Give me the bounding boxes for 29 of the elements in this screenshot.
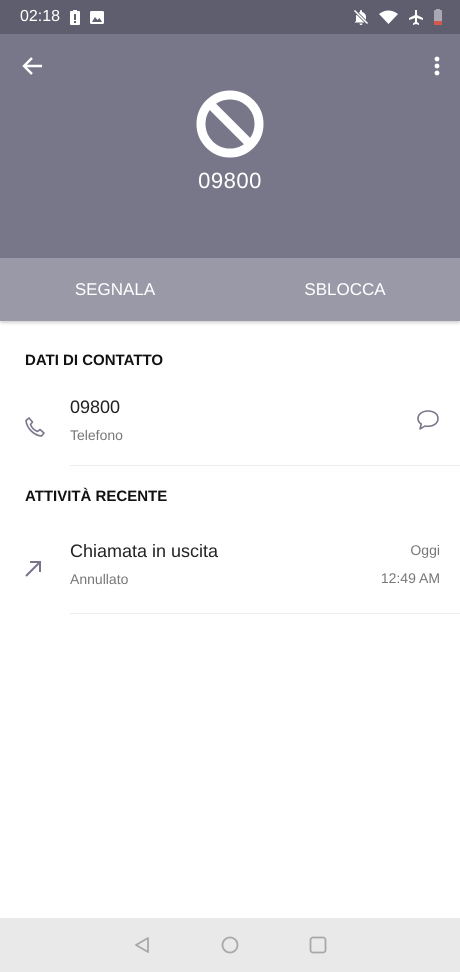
chat-bubble-icon (416, 409, 440, 431)
circle-home-icon (221, 936, 239, 954)
muted-bell-icon (353, 9, 369, 25)
contact-number: 09800 (198, 168, 262, 194)
blocked-icon (196, 90, 264, 158)
section-heading: ATTIVITÀ RECENTE (24, 486, 168, 506)
battery-icon (434, 9, 442, 25)
triangle-back-icon (133, 936, 151, 954)
back-arrow-icon (22, 56, 44, 76)
section-heading: DATI DI CONTATTO (24, 351, 164, 370)
more-icon (434, 56, 440, 76)
call-status: Annullato (70, 571, 130, 587)
call-title: Chiamata in uscita (70, 541, 220, 562)
more-options-button[interactable] (432, 54, 442, 78)
action-button[interactable]: SBLOCCA (230, 258, 460, 321)
call-date: Oggi (410, 542, 440, 558)
call-time: 12:49 AM (380, 570, 440, 586)
status-time: 02:18 (20, 8, 60, 26)
image-icon (90, 10, 104, 24)
battery-alert-icon (70, 10, 80, 24)
phone-number: 09800 (70, 397, 122, 418)
phone-icon (24, 416, 46, 438)
airplane-icon (408, 9, 424, 25)
number-type: Telefono (70, 427, 124, 443)
wifi-icon (379, 10, 398, 24)
outgoing-arrow-icon (24, 560, 42, 578)
square-recents-icon (309, 936, 327, 954)
action-button[interactable]: SEGNALA (0, 258, 230, 321)
message-button[interactable] (416, 409, 440, 431)
